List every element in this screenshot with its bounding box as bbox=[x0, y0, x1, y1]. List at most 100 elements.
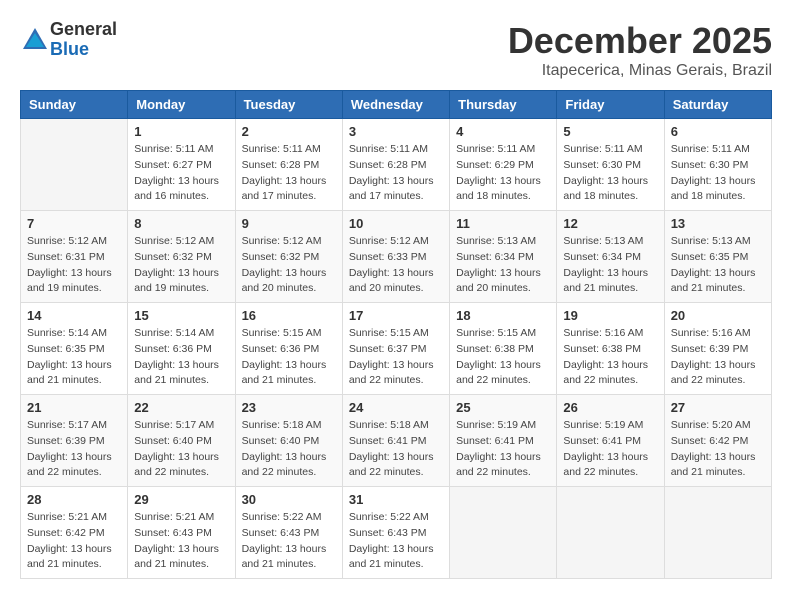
calendar-cell bbox=[664, 487, 771, 579]
day-info: Sunrise: 5:12 AMSunset: 6:33 PMDaylight:… bbox=[349, 234, 443, 297]
day-info: Sunrise: 5:12 AMSunset: 6:32 PMDaylight:… bbox=[134, 234, 228, 297]
day-number: 9 bbox=[242, 216, 336, 231]
calendar-cell: 20 Sunrise: 5:16 AMSunset: 6:39 PMDayligh… bbox=[664, 303, 771, 395]
day-number: 16 bbox=[242, 308, 336, 323]
day-info: Sunrise: 5:19 AMSunset: 6:41 PMDaylight:… bbox=[456, 418, 550, 481]
day-info: Sunrise: 5:16 AMSunset: 6:38 PMDaylight:… bbox=[563, 326, 657, 389]
weekday-header-saturday: Saturday bbox=[664, 91, 771, 119]
calendar-cell: 24 Sunrise: 5:18 AMSunset: 6:41 PMDayligh… bbox=[342, 395, 449, 487]
calendar-cell: 31 Sunrise: 5:22 AMSunset: 6:43 PMDayligh… bbox=[342, 487, 449, 579]
day-info: Sunrise: 5:11 AMSunset: 6:28 PMDaylight:… bbox=[349, 142, 443, 205]
calendar-cell: 8 Sunrise: 5:12 AMSunset: 6:32 PMDaylight… bbox=[128, 211, 235, 303]
day-number: 20 bbox=[671, 308, 765, 323]
day-info: Sunrise: 5:12 AMSunset: 6:32 PMDaylight:… bbox=[242, 234, 336, 297]
day-info: Sunrise: 5:18 AMSunset: 6:40 PMDaylight:… bbox=[242, 418, 336, 481]
day-number: 23 bbox=[242, 400, 336, 415]
calendar-cell bbox=[21, 119, 128, 211]
day-number: 24 bbox=[349, 400, 443, 415]
day-info: Sunrise: 5:22 AMSunset: 6:43 PMDaylight:… bbox=[242, 510, 336, 573]
day-number: 5 bbox=[563, 124, 657, 139]
day-info: Sunrise: 5:18 AMSunset: 6:41 PMDaylight:… bbox=[349, 418, 443, 481]
day-info: Sunrise: 5:21 AMSunset: 6:42 PMDaylight:… bbox=[27, 510, 121, 573]
day-info: Sunrise: 5:11 AMSunset: 6:29 PMDaylight:… bbox=[456, 142, 550, 205]
day-number: 1 bbox=[134, 124, 228, 139]
calendar-cell: 11 Sunrise: 5:13 AMSunset: 6:34 PMDayligh… bbox=[450, 211, 557, 303]
logo: General Blue bbox=[20, 20, 117, 60]
calendar-cell: 15 Sunrise: 5:14 AMSunset: 6:36 PMDayligh… bbox=[128, 303, 235, 395]
day-info: Sunrise: 5:21 AMSunset: 6:43 PMDaylight:… bbox=[134, 510, 228, 573]
day-info: Sunrise: 5:13 AMSunset: 6:34 PMDaylight:… bbox=[563, 234, 657, 297]
calendar-cell: 18 Sunrise: 5:15 AMSunset: 6:38 PMDayligh… bbox=[450, 303, 557, 395]
weekday-header-thursday: Thursday bbox=[450, 91, 557, 119]
day-number: 27 bbox=[671, 400, 765, 415]
day-number: 8 bbox=[134, 216, 228, 231]
day-number: 21 bbox=[27, 400, 121, 415]
month-title: December 2025 bbox=[508, 20, 772, 62]
day-info: Sunrise: 5:20 AMSunset: 6:42 PMDaylight:… bbox=[671, 418, 765, 481]
day-info: Sunrise: 5:19 AMSunset: 6:41 PMDaylight:… bbox=[563, 418, 657, 481]
day-info: Sunrise: 5:15 AMSunset: 6:37 PMDaylight:… bbox=[349, 326, 443, 389]
title-section: December 2025 Itapecerica, Minas Gerais,… bbox=[508, 20, 772, 80]
weekday-header-monday: Monday bbox=[128, 91, 235, 119]
logo-icon bbox=[20, 25, 50, 55]
day-number: 30 bbox=[242, 492, 336, 507]
day-info: Sunrise: 5:11 AMSunset: 6:28 PMDaylight:… bbox=[242, 142, 336, 205]
day-info: Sunrise: 5:17 AMSunset: 6:39 PMDaylight:… bbox=[27, 418, 121, 481]
day-info: Sunrise: 5:11 AMSunset: 6:30 PMDaylight:… bbox=[671, 142, 765, 205]
calendar-cell: 29 Sunrise: 5:21 AMSunset: 6:43 PMDayligh… bbox=[128, 487, 235, 579]
day-info: Sunrise: 5:17 AMSunset: 6:40 PMDaylight:… bbox=[134, 418, 228, 481]
day-info: Sunrise: 5:13 AMSunset: 6:34 PMDaylight:… bbox=[456, 234, 550, 297]
day-number: 17 bbox=[349, 308, 443, 323]
calendar-cell: 14Sunrise: 5:14 AMSunset: 6:35 PMDayligh… bbox=[21, 303, 128, 395]
calendar-cell: 1Sunrise: 5:11 AMSunset: 6:27 PMDaylight… bbox=[128, 119, 235, 211]
day-number: 12 bbox=[563, 216, 657, 231]
calendar-cell bbox=[450, 487, 557, 579]
calendar-cell: 13Sunrise: 5:13 AMSunset: 6:35 PMDayligh… bbox=[664, 211, 771, 303]
calendar-cell bbox=[557, 487, 664, 579]
calendar-cell: 19 Sunrise: 5:16 AMSunset: 6:38 PMDayligh… bbox=[557, 303, 664, 395]
weekday-header-sunday: Sunday bbox=[21, 91, 128, 119]
day-info: Sunrise: 5:11 AMSunset: 6:30 PMDaylight:… bbox=[563, 142, 657, 205]
day-number: 28 bbox=[27, 492, 121, 507]
logo-blue-text: Blue bbox=[50, 40, 117, 60]
day-number: 2 bbox=[242, 124, 336, 139]
day-info: Sunrise: 5:12 AMSunset: 6:31 PMDaylight:… bbox=[27, 234, 121, 297]
day-number: 11 bbox=[456, 216, 550, 231]
calendar-cell: 26Sunrise: 5:19 AMSunset: 6:41 PMDayligh… bbox=[557, 395, 664, 487]
page-header: General Blue December 2025 Itapecerica, … bbox=[20, 20, 772, 80]
calendar-cell: 21 Sunrise: 5:17 AMSunset: 6:39 PMDayligh… bbox=[21, 395, 128, 487]
calendar-cell: 12 Sunrise: 5:13 AMSunset: 6:34 PMDayligh… bbox=[557, 211, 664, 303]
calendar-table: SundayMondayTuesdayWednesdayThursdayFrid… bbox=[20, 90, 772, 579]
day-number: 3 bbox=[349, 124, 443, 139]
calendar-cell: 27 Sunrise: 5:20 AMSunset: 6:42 PMDayligh… bbox=[664, 395, 771, 487]
calendar-cell: 17 Sunrise: 5:15 AMSunset: 6:37 PMDayligh… bbox=[342, 303, 449, 395]
day-number: 31 bbox=[349, 492, 443, 507]
day-number: 25 bbox=[456, 400, 550, 415]
day-info: Sunrise: 5:22 AMSunset: 6:43 PMDaylight:… bbox=[349, 510, 443, 573]
calendar-cell: 2 Sunrise: 5:11 AMSunset: 6:28 PMDaylight… bbox=[235, 119, 342, 211]
weekday-header-tuesday: Tuesday bbox=[235, 91, 342, 119]
day-number: 18 bbox=[456, 308, 550, 323]
calendar-cell: 23 Sunrise: 5:18 AMSunset: 6:40 PMDayligh… bbox=[235, 395, 342, 487]
day-info: Sunrise: 5:15 AMSunset: 6:36 PMDaylight:… bbox=[242, 326, 336, 389]
day-number: 14 bbox=[27, 308, 121, 323]
calendar-cell: 22 Sunrise: 5:17 AMSunset: 6:40 PMDayligh… bbox=[128, 395, 235, 487]
calendar-cell: 4 Sunrise: 5:11 AMSunset: 6:29 PMDaylight… bbox=[450, 119, 557, 211]
day-info: Sunrise: 5:15 AMSunset: 6:38 PMDaylight:… bbox=[456, 326, 550, 389]
calendar-cell: 28 Sunrise: 5:21 AMSunset: 6:42 PMDayligh… bbox=[21, 487, 128, 579]
calendar-cell: 7Sunrise: 5:12 AMSunset: 6:31 PMDaylight… bbox=[21, 211, 128, 303]
calendar-cell: 30 Sunrise: 5:22 AMSunset: 6:43 PMDayligh… bbox=[235, 487, 342, 579]
calendar-cell: 10Sunrise: 5:12 AMSunset: 6:33 PMDayligh… bbox=[342, 211, 449, 303]
day-number: 29 bbox=[134, 492, 228, 507]
day-number: 19 bbox=[563, 308, 657, 323]
day-number: 15 bbox=[134, 308, 228, 323]
day-info: Sunrise: 5:14 AMSunset: 6:36 PMDaylight:… bbox=[134, 326, 228, 389]
day-number: 13 bbox=[671, 216, 765, 231]
location-title: Itapecerica, Minas Gerais, Brazil bbox=[508, 62, 772, 80]
day-number: 4 bbox=[456, 124, 550, 139]
day-number: 22 bbox=[134, 400, 228, 415]
day-info: Sunrise: 5:16 AMSunset: 6:39 PMDaylight:… bbox=[671, 326, 765, 389]
day-number: 6 bbox=[671, 124, 765, 139]
calendar-cell: 3 Sunrise: 5:11 AMSunset: 6:28 PMDaylight… bbox=[342, 119, 449, 211]
weekday-header-wednesday: Wednesday bbox=[342, 91, 449, 119]
